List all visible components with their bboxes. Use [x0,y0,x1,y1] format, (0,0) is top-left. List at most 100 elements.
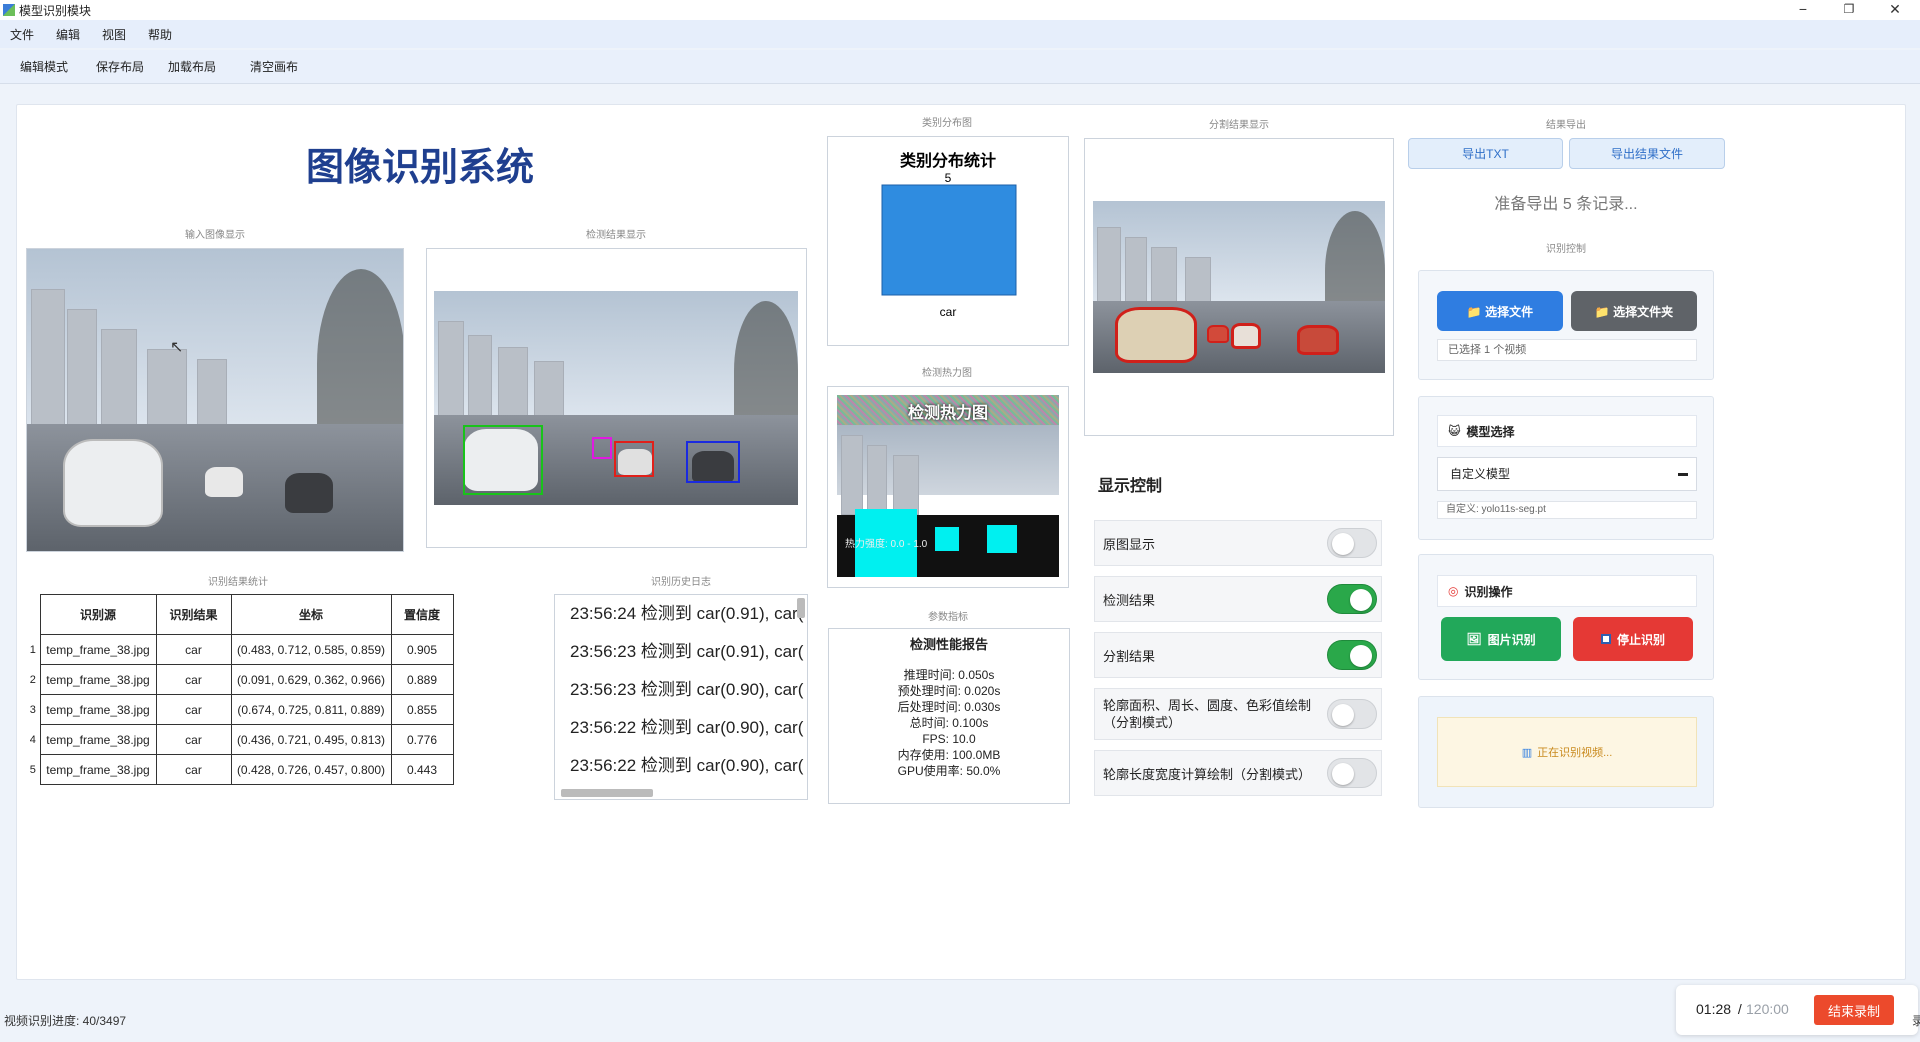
select-folder-button[interactable]: 📁 选择文件夹 [1571,291,1697,331]
col-source: 识别源 [39,594,157,635]
restore-button[interactable]: ❐ [1826,0,1872,20]
detection-box [463,425,543,495]
export-status: 准备导出 5 条记录... [1494,196,1638,213]
recog-ops-header: ◎ 识别操作 [1437,575,1697,607]
stop-recognize-button[interactable]: 停止识别 [1573,617,1693,661]
menu-help[interactable]: 帮助 [148,26,172,43]
model-dropdown[interactable]: 自定义模型 ▬ [1437,457,1697,491]
selected-file-info: 已选择 1 个视频 [1437,339,1697,361]
toggle-row-seg: 分割结果 [1094,632,1382,678]
chart-icon: ▥ [1521,746,1533,759]
input-image-caption: 输入图像显示 [185,230,245,241]
seg-toggle[interactable] [1327,640,1377,670]
target-icon: ◎ [1448,584,1459,598]
image-icon: 🖼 [1466,632,1482,646]
heat-region [935,527,959,551]
contour-area-toggle[interactable] [1327,699,1377,729]
load-layout-button[interactable]: 加载布局 [166,54,218,79]
log-caption: 识别历史日志 [651,577,711,588]
menu-bar: 文件 编辑 视图 帮助 [0,20,1920,48]
menu-file[interactable]: 文件 [10,26,34,43]
detect-toggle[interactable] [1327,584,1377,614]
export-caption: 结果导出 [1546,120,1586,131]
robot-icon: 😺 [1448,424,1461,438]
dropdown-icon: ▬ [1678,468,1688,479]
title-bar: 模型识别模块 − ❐ ✕ [0,0,1920,20]
edge-char: 录 [1912,1014,1920,1028]
stop-icon [1600,634,1611,644]
perf-line: 后处理时间: 0.030s [897,700,1001,714]
toolbar: 编辑模式 保存布局 加载布局 清空画布 [0,50,1920,84]
menu-view[interactable]: 视图 [102,26,126,43]
contour-length-toggle[interactable] [1327,758,1377,788]
perf-line: GPU使用率: 50.0% [897,764,1001,778]
record-elapsed: 01:28 [1696,1001,1732,1017]
mouse-cursor-icon: ↖ [170,339,184,356]
perf-caption: 参数指标 [928,612,968,623]
record-separator: / [1734,1001,1746,1017]
detect-image-panel [426,248,807,548]
perf-line: 内存使用: 100.0MB [897,748,1001,762]
app-title: 图像识别系统 [305,145,534,189]
history-log[interactable]: 23:56:24 检测到 car(0.91), car( 23:56:23 检测… [554,594,808,800]
menu-edit[interactable]: 编辑 [56,26,80,43]
log-entry: 23:56:22 检测到 car(0.90), car( [570,718,804,737]
perf-line: 总时间: 0.100s [909,716,989,730]
log-entry: 23:56:23 检测到 car(0.91), car( [570,642,804,661]
heatmap-view: 检测热力图 热力强度: 0.0 - 1.0 [837,395,1059,577]
image-recognize-button[interactable]: 🖼 图片识别 [1441,617,1561,661]
export-file-button[interactable]: 导出结果文件 [1569,138,1725,169]
original-toggle[interactable] [1327,528,1377,558]
edit-mode-button[interactable]: 编辑模式 [18,54,70,79]
stats-caption: 识别结果统计 [208,577,268,588]
window-title: 模型识别模块 [19,3,92,18]
table-row[interactable]: 3 temp_frame_38.jpg car (0.674, 0.725, 0.81… [26,694,454,725]
toggle-label: 原图显示 [1103,536,1156,552]
recog-control-caption: 识别控制 [1546,244,1586,255]
toggle-label: 检测结果 [1103,592,1156,608]
seg-image-caption: 分割结果显示 [1209,120,1269,131]
results-table-wrap: 识别源 识别结果 坐标 置信度 1 temp_frame_38.jpg car (0.… [26,594,454,785]
table-row[interactable]: 4 temp_frame_38.jpg car (0.436, 0.721, 0.49… [26,724,454,755]
table-row[interactable]: 5 temp_frame_38.jpg car (0.428, 0.726, 0.45… [26,754,454,785]
model-select-header: 😺 模型选择 [1437,415,1697,447]
toggle-row-detect: 检测结果 [1094,576,1382,622]
table-row[interactable]: 1 temp_frame_38.jpg car (0.483, 0.712, 0.58… [26,634,454,665]
close-button[interactable]: ✕ [1872,0,1918,20]
progress-status: 视频识别进度: 40/3497 [4,1014,127,1028]
record-total: 120:00 [1746,1001,1789,1017]
detection-box [614,441,654,477]
end-record-button[interactable]: 结束录制 [1814,995,1894,1025]
category-label: car [940,305,957,319]
model-select-panel: 😺 模型选择 自定义模型 ▬ 自定义: yolo11s-seg.pt [1418,396,1714,540]
save-layout-button[interactable]: 保存布局 [94,54,146,79]
select-file-button[interactable]: 📁 选择文件 [1437,291,1563,331]
log-list: 23:56:24 检测到 car(0.91), car( 23:56:23 检测… [555,595,807,785]
seg-mask [1207,325,1229,343]
bar-car [881,184,1017,296]
heatmap-title: 检测热力图 [907,403,988,422]
perf-line: 推理时间: 0.050s [903,668,995,682]
minimize-button[interactable]: − [1780,0,1826,20]
export-txt-button[interactable]: 导出TXT [1408,138,1563,169]
perf-line: 预处理时间: 0.020s [897,684,1001,698]
table-row[interactable]: 2 temp_frame_38.jpg car (0.091, 0.629, 0.36… [26,664,454,695]
clear-canvas-button[interactable]: 清空画布 [248,54,300,79]
heatmap-caption: 检测热力图 [922,368,972,379]
log-entry: 23:56:24 检测到 car(0.91), car( [570,604,804,623]
toggle-label: 分割结果 [1103,648,1156,664]
heatmap-panel: 检测热力图 热力强度: 0.0 - 1.0 [827,386,1069,588]
heat-intensity: 热力强度: 0.0 - 1.0 [845,539,928,550]
custom-model-info: 自定义: yolo11s-seg.pt [1437,501,1697,519]
perf-title: 检测性能报告 [909,637,988,652]
log-entry: 23:56:23 检测到 car(0.90), car( [570,680,804,699]
detection-box [592,437,612,459]
vertical-scrollbar[interactable] [797,598,805,618]
app-icon [3,4,15,16]
toggle-row-contour-area: 轮廓面积、周长、圆度、色彩值绘制（分割模式） [1094,688,1382,740]
horizontal-scrollbar[interactable] [561,789,653,797]
bar-value-label: 5 [945,171,952,185]
input-image-view: ↖ [26,248,404,552]
recog-status: ▥ 正在识别视频... [1437,717,1697,787]
detection-box [686,441,740,483]
